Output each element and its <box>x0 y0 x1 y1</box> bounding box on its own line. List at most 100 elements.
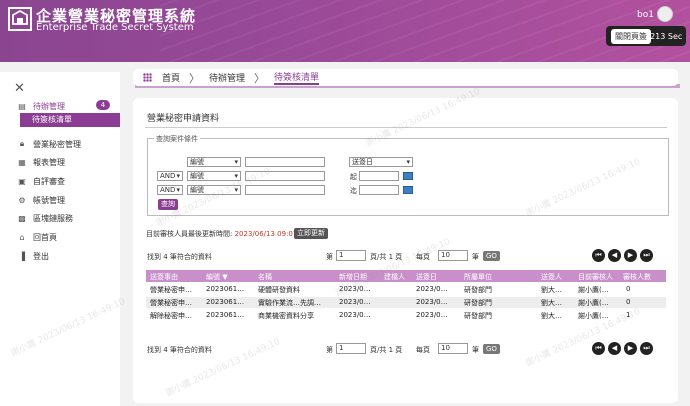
date-to-input[interactable] <box>359 185 399 195</box>
sidebar-item-label: 自評審查 <box>33 176 65 186</box>
session-timer: 1213 Sec <box>645 32 683 41</box>
user-name[interactable]: bo1 <box>637 10 654 20</box>
sidebar-item-secret-mgmt[interactable]: 🔒︎ 營業秘密管理 <box>16 137 81 151</box>
result-count: 找到 4 筆符合的資料 <box>147 253 212 261</box>
sidebar-item-accounts[interactable]: ⚙ 帳號管理 <box>16 193 65 207</box>
report-icon: ▦ <box>18 157 26 167</box>
main-panel: 營業秘密申請資料 查詢案件條件 編號 AND 編號 AND 編號 送簽日 起 迄… <box>133 98 678 403</box>
field-select-2[interactable]: 編號 <box>187 171 241 181</box>
breadcrumb-current: 待簽核清單 <box>274 70 320 85</box>
col-number[interactable]: 編號 ▼ <box>206 272 228 282</box>
col-submitter[interactable]: 送簽人 <box>541 272 562 282</box>
value-input-3[interactable] <box>245 185 325 195</box>
prev-page-icon[interactable]: ◀ <box>608 249 621 262</box>
logo-icon <box>8 7 32 31</box>
table-header: 送簽事由 編號 ▼ 名稱 新增日期 建檔人 送簽日 所屬單位 送簽人 目前審核人… <box>146 270 666 282</box>
cell-review-count: 0 <box>626 285 631 293</box>
per-page-unit: 筆 <box>472 253 479 261</box>
close-icon[interactable]: ✕ <box>14 81 25 96</box>
cell-name: 實驗作業流…先調… <box>258 299 321 307</box>
cell-number[interactable]: 2023061… <box>206 285 256 293</box>
calendar-icon[interactable] <box>403 186 413 194</box>
col-submit-date[interactable]: 送簽日 <box>416 272 437 282</box>
table-row[interactable]: 解除秘密申… 2023061… 商業機密資料分享 2023/0… 2023/0…… <box>146 310 666 321</box>
first-page-icon[interactable]: ⏮ <box>592 342 605 355</box>
cell-submitter: 劉大… <box>541 286 562 294</box>
breadcrumb-todo[interactable]: 待辦管理 <box>209 71 245 84</box>
value-input-2[interactable] <box>245 171 325 181</box>
sidebar-item-logout[interactable]: ▐ 登出 <box>16 249 49 263</box>
cell-reason: 營業秘密申… <box>150 286 192 294</box>
cell-created: 2023/0… <box>339 298 371 306</box>
cell-created: 2023/0… <box>339 311 371 319</box>
breadcrumb: 首頁 〉 待辦管理 〉 待簽核清單 <box>133 69 678 86</box>
result-count: 找到 4 筆符合的資料 <box>147 346 212 354</box>
todo-count-badge: 4 <box>96 100 110 110</box>
blockchain-icon: ▩ <box>18 213 26 223</box>
sidebar-item-blockchain[interactable]: ▩ 區塊鏈服務 <box>16 211 73 225</box>
operator-select-2[interactable]: AND <box>157 171 183 181</box>
go-button[interactable]: GO <box>483 251 500 261</box>
page-number-input[interactable]: 1 <box>336 250 366 261</box>
col-review-count[interactable]: 審核人數 <box>623 272 651 282</box>
next-page-icon[interactable]: ▶ <box>624 249 637 262</box>
chevron-right-icon: 〉 <box>189 71 201 85</box>
grid-icon[interactable] <box>143 73 152 82</box>
cell-name: 硬體研發資料 <box>258 286 300 294</box>
sidebar-item-todo[interactable]: ▤ 待辦管理 <box>16 99 65 113</box>
breadcrumb-home[interactable]: 首頁 <box>162 71 180 84</box>
value-input-1[interactable] <box>245 157 325 167</box>
cell-reviewer: 謝小鷹(… <box>578 299 609 307</box>
table-row[interactable]: 營業秘密申… 2023061… 實驗作業流…先調… 2023/0… 2023/0… <box>146 297 666 308</box>
sidebar-item-self-review[interactable]: ▣ 自評審查 <box>16 174 65 188</box>
page-title: 營業秘密申請資料 <box>147 114 220 124</box>
inbox-icon: ▤ <box>18 101 26 111</box>
last-page-icon[interactable]: ⏭ <box>640 342 653 355</box>
cell-department: 研發部門 <box>464 286 492 294</box>
date-to-label: 迄 <box>350 187 357 195</box>
col-creator[interactable]: 建檔人 <box>384 272 405 282</box>
app-header: 企業營業秘密管理系統 Enterprise Trade Secret Syste… <box>0 0 690 62</box>
date-from-input[interactable] <box>359 171 399 181</box>
col-created[interactable]: 新增日期 <box>339 272 367 282</box>
field-select-3[interactable]: 編號 <box>187 185 241 195</box>
go-button[interactable]: GO <box>483 344 500 354</box>
last-update-info: 目前審核人員最後更新時間: 2023/06/13 09:07:27 <box>146 229 309 239</box>
avatar[interactable] <box>657 6 673 22</box>
page-number-input[interactable]: 1 <box>336 343 366 354</box>
prev-page-icon[interactable]: ◀ <box>608 342 621 355</box>
col-reason[interactable]: 送簽事由 <box>150 272 178 282</box>
cell-reason: 解除秘密申… <box>150 312 192 320</box>
sidebar-item-label: 登出 <box>33 251 49 261</box>
sidebar-subitem-pending-list[interactable]: 待簽核清單 <box>20 113 120 127</box>
col-department[interactable]: 所屬單位 <box>464 272 492 282</box>
col-name[interactable]: 名稱 <box>258 272 272 282</box>
last-page-icon[interactable]: ⏭ <box>640 249 653 262</box>
calendar-icon[interactable] <box>403 172 413 180</box>
refresh-button[interactable]: 立即更新 <box>294 228 328 239</box>
cell-number[interactable]: 2023061… <box>206 311 256 319</box>
cell-number[interactable]: 2023061… <box>206 298 256 306</box>
pager-bottom: 找到 4 筆符合的資料 第 1 頁/共 1 頁 每頁 10 筆 GO ⏮ ◀ ▶… <box>133 341 678 357</box>
per-page-input[interactable]: 10 <box>438 250 468 261</box>
next-page-icon[interactable]: ▶ <box>624 342 637 355</box>
query-conditions: 查詢案件條件 編號 AND 編號 AND 編號 送簽日 起 迄 查詢 <box>147 134 669 216</box>
cell-submit-date: 2023/0… <box>416 285 448 293</box>
cell-review-count: 1 <box>626 311 631 319</box>
cell-submit-date: 2023/0… <box>416 311 448 319</box>
table-row[interactable]: 營業秘密申… 2023061… 硬體研發資料 2023/0… 2023/0… 研… <box>146 284 666 295</box>
home-icon: ⌂ <box>19 232 25 242</box>
first-page-icon[interactable]: ⏮ <box>592 249 605 262</box>
query-button[interactable]: 查詢 <box>158 199 178 210</box>
sidebar-item-reports[interactable]: ▦ 報表管理 <box>16 155 65 169</box>
chevron-right-icon: 〉 <box>254 71 266 85</box>
cell-review-count: 0 <box>626 298 631 306</box>
operator-select-3[interactable]: AND <box>157 185 183 195</box>
field-select-1[interactable]: 編號 <box>187 157 241 167</box>
sidebar-item-home[interactable]: ⌂ 回首頁 <box>16 230 57 244</box>
date-field-select[interactable]: 送簽日 <box>349 157 413 167</box>
cell-reviewer: 謝小鷹(… <box>578 286 609 294</box>
col-reviewer[interactable]: 目前審核人 <box>578 272 613 282</box>
per-page-input[interactable]: 10 <box>438 343 468 354</box>
cell-created: 2023/0… <box>339 285 371 293</box>
